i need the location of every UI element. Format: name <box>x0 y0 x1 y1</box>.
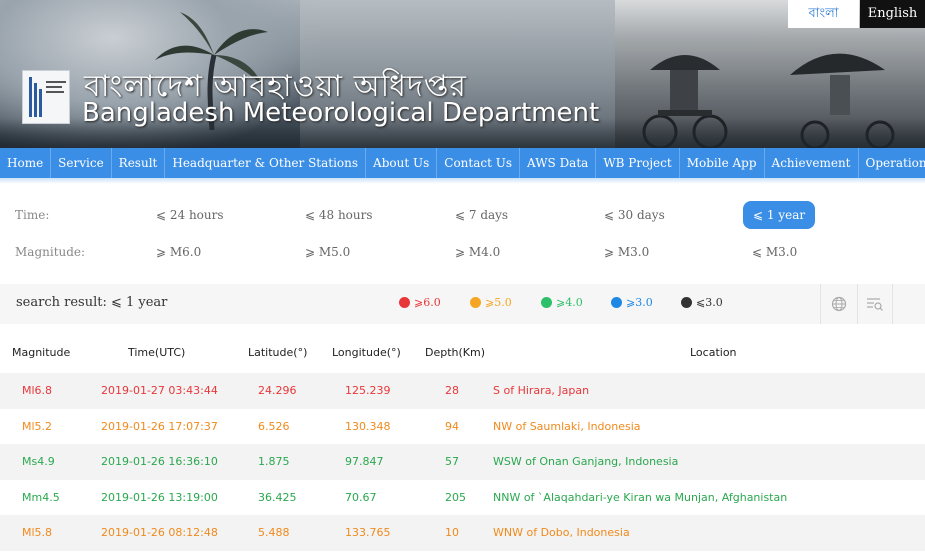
cell-magnitude: Ms4.9 <box>22 455 55 468</box>
table-row[interactable]: Ml6.8 2019-01-27 03:43:44 24.296 125.239… <box>0 373 925 409</box>
main-navigation: Home Service Result Headquarter & Other … <box>0 148 925 178</box>
search-result-bar: search result: ⩽ 1 year ⩾6.0 ⩾5.0 ⩾4.0 ⩾… <box>0 284 925 324</box>
nav-service[interactable]: Service <box>51 148 112 178</box>
cell-time: 2019-01-27 03:43:44 <box>101 384 218 397</box>
header-latitude[interactable]: Latitude(°) <box>248 346 307 359</box>
table-row[interactable]: Ms4.9 2019-01-26 16:36:10 1.875 97.847 5… <box>0 444 925 480</box>
legend-item: ⩾4.0 <box>541 296 583 309</box>
language-english-button[interactable]: English <box>860 0 925 28</box>
cell-latitude: 5.488 <box>258 526 290 539</box>
cell-latitude: 6.526 <box>258 419 290 433</box>
time-option-48h[interactable]: ⩽ 48 hours <box>305 208 373 222</box>
cell-depth: 10 <box>445 526 459 539</box>
legend-item: ⩾3.0 <box>611 296 653 309</box>
header-location[interactable]: Location <box>690 346 737 359</box>
magnitude-filter: Magnitude: ⩾ M6.0 ⩾ M5.0 ⩾ M4.0 ⩾ M3.0 ⩽… <box>0 238 925 268</box>
cell-location: S of Hirara, Japan <box>493 384 590 397</box>
cell-latitude: 1.875 <box>258 455 290 468</box>
cell-magnitude: Mm4.5 <box>22 490 60 504</box>
cell-location: NW of Saumlaki, Indonesia <box>493 419 641 433</box>
cell-longitude: 133.765 <box>345 526 391 539</box>
table-row[interactable]: Ml5.2 2019-01-26 17:07:37 6.526 130.348 … <box>0 409 925 445</box>
nav-home[interactable]: Home <box>0 148 52 178</box>
nav-aws-data[interactable]: AWS Data <box>520 148 597 178</box>
list-search-button[interactable] <box>857 284 893 324</box>
green-dot-icon <box>541 297 552 308</box>
nav-about-us[interactable]: About Us <box>366 148 438 178</box>
table-row[interactable]: Ml5.8 2019-01-26 08:12:48 5.488 133.765 … <box>0 515 925 551</box>
header-banner: বাংলাদেশ আবহাওয়া অধিদপ্তর Bangladesh Me… <box>0 0 925 152</box>
cell-depth: 94 <box>445 419 459 433</box>
header-depth[interactable]: Depth(Km) <box>425 346 485 359</box>
cell-depth: 28 <box>445 384 459 397</box>
nav-achievement[interactable]: Achievement <box>765 148 859 178</box>
table-row[interactable]: Mm4.5 2019-01-26 13:19:00 36.425 70.67 2… <box>0 480 925 516</box>
legend-label: ⩾5.0 <box>485 296 512 309</box>
cell-longitude: 130.348 <box>345 419 391 433</box>
cell-magnitude: Ml5.8 <box>22 526 53 539</box>
nav-result[interactable]: Result <box>112 148 166 178</box>
magnitude-option-below-m3[interactable]: ⩽ M3.0 <box>752 245 797 259</box>
black-dot-icon <box>681 297 692 308</box>
cell-time: 2019-01-26 08:12:48 <box>101 526 218 539</box>
cell-longitude: 125.239 <box>345 384 391 397</box>
time-filter-label: Time: <box>15 208 50 222</box>
orange-dot-icon <box>470 297 481 308</box>
magnitude-filter-label: Magnitude: <box>15 245 86 259</box>
cell-latitude: 24.296 <box>258 384 297 397</box>
list-search-icon <box>867 298 883 311</box>
nav-mobile-app[interactable]: Mobile App <box>680 148 765 178</box>
magnitude-option-m3[interactable]: ⩾ M3.0 <box>604 245 649 259</box>
nav-contact-us[interactable]: Contact Us <box>437 148 521 178</box>
nav-headquarter-stations[interactable]: Headquarter & Other Stations <box>165 148 367 178</box>
time-option-7d[interactable]: ⩽ 7 days <box>455 208 508 222</box>
magnitude-option-m5[interactable]: ⩾ M5.0 <box>305 245 350 259</box>
time-option-24h[interactable]: ⩽ 24 hours <box>156 208 224 222</box>
site-title-english: Bangladesh Meteorological Department <box>82 98 600 128</box>
header-magnitude[interactable]: Magnitude <box>12 346 70 359</box>
cell-depth: 57 <box>445 455 459 468</box>
time-option-1y[interactable]: ⩽ 1 year <box>743 201 816 229</box>
cell-location: NNW of `Alaqahdari-ye Kiran wa Munjan, A… <box>493 490 788 504</box>
nav-operational-nwp[interactable]: Operational NWP <box>859 148 925 178</box>
cell-location: WNW of Dobo, Indonesia <box>493 526 630 539</box>
cell-time: 2019-01-26 17:07:37 <box>101 419 218 433</box>
legend-label: ⩾6.0 <box>414 296 441 309</box>
header-longitude[interactable]: Longitude(°) <box>332 346 401 359</box>
legend-label: ⩽3.0 <box>696 296 723 309</box>
language-bangla-button[interactable]: বাংলা <box>788 0 859 28</box>
nav-wb-project[interactable]: WB Project <box>596 148 680 178</box>
header-time[interactable]: Time(UTC) <box>128 346 185 359</box>
cell-location: WSW of Onan Ganjang, Indonesia <box>493 455 679 468</box>
bmd-logo <box>22 70 70 124</box>
search-result-title: search result: ⩽ 1 year <box>16 295 168 310</box>
cell-magnitude: Ml6.8 <box>22 384 53 397</box>
cell-magnitude: Ml5.2 <box>22 419 53 433</box>
cell-latitude: 36.425 <box>258 490 297 504</box>
magnitude-option-m4[interactable]: ⩾ M4.0 <box>455 245 500 259</box>
red-dot-icon <box>399 297 410 308</box>
magnitude-option-m6[interactable]: ⩾ M6.0 <box>156 245 201 259</box>
legend-label: ⩾3.0 <box>626 296 653 309</box>
cell-depth: 205 <box>445 490 466 504</box>
legend-item: ⩾6.0 <box>399 296 441 309</box>
legend-label: ⩾4.0 <box>556 296 583 309</box>
earthquake-table: Magnitude Time(UTC) Latitude(°) Longitud… <box>0 333 925 551</box>
cell-longitude: 97.847 <box>345 455 384 468</box>
table-header: Magnitude Time(UTC) Latitude(°) Longitud… <box>0 333 925 373</box>
blue-dot-icon <box>611 297 622 308</box>
cell-time: 2019-01-26 16:36:10 <box>101 455 218 468</box>
globe-icon <box>831 296 846 312</box>
globe-view-button[interactable] <box>820 284 856 324</box>
time-filter: Time: ⩽ 24 hours ⩽ 48 hours ⩽ 7 days ⩽ 3… <box>0 201 925 231</box>
cell-time: 2019-01-26 13:19:00 <box>101 490 218 504</box>
cell-longitude: 70.67 <box>345 490 377 504</box>
legend-item: ⩽3.0 <box>681 296 723 309</box>
legend-item: ⩾5.0 <box>470 296 512 309</box>
time-option-30d[interactable]: ⩽ 30 days <box>604 208 665 222</box>
